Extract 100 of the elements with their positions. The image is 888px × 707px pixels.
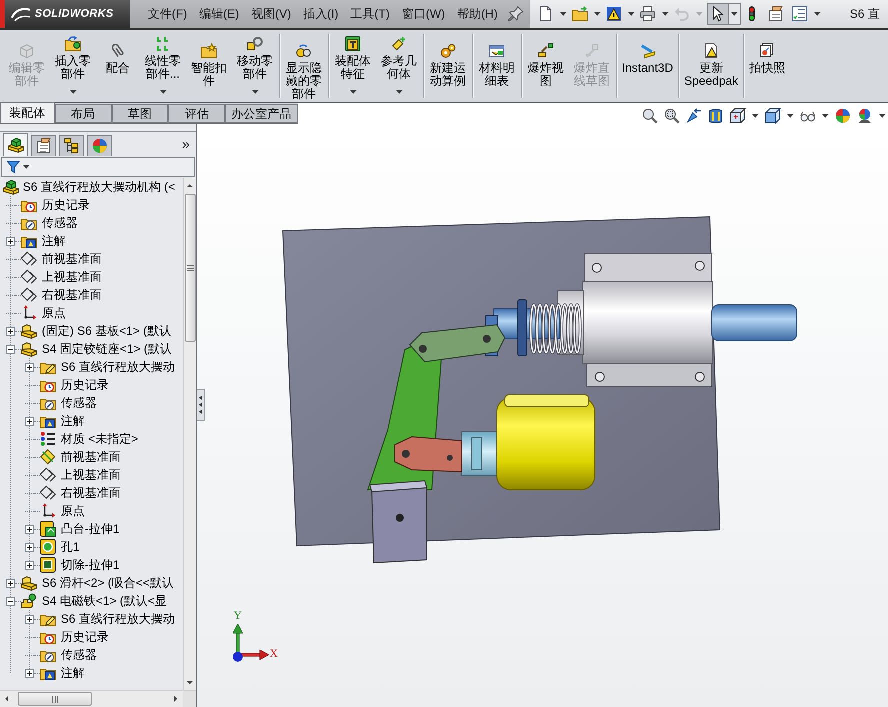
zoom-fit-icon[interactable] [642,108,658,124]
tab[interactable]: 布局 [54,104,112,123]
bom-button[interactable]: 材料明细表 [478,32,516,88]
previous-view-icon[interactable] [686,108,702,124]
tree-item[interactable]: S6 直线行程放大摆动机构 (< [23,179,176,195]
exploded-view-button[interactable]: 爆炸视图 [527,32,565,88]
caret-icon[interactable] [879,114,886,118]
snapshot-button[interactable]: 拍快照 [749,32,786,75]
expand-icon[interactable] [25,362,34,372]
tree-item[interactable]: 原点 [61,503,85,519]
tree-item[interactable]: 注解 [61,413,85,429]
appearance-ball-icon[interactable] [835,108,851,124]
shaded-cube-icon[interactable] [765,108,781,124]
collapse-icon[interactable] [6,344,15,354]
expand-icon[interactable] [25,668,34,678]
panel-tab[interactable] [3,133,28,156]
caret-icon[interactable] [814,12,820,16]
menu-item[interactable]: 窗口(W) [396,0,452,28]
mate-button[interactable]: 配合 [106,32,130,75]
caret-icon[interactable] [662,12,668,16]
move-component-button[interactable]: 移动零部件 [236,32,274,81]
tree-item[interactable]: 切除-拉伸1 [61,557,120,573]
tree-item[interactable]: 右视基准面 [61,485,121,501]
caret-icon[interactable] [160,90,166,94]
more-tabs-button[interactable]: » [182,136,190,152]
linear-pattern-button[interactable]: 线性零部件... [144,32,182,81]
pin-icon[interactable] [508,6,524,22]
expand-icon[interactable] [25,560,34,570]
show-hidden-button[interactable]: 显示隐藏的零部件 [285,32,323,101]
menu-item[interactable]: 插入(I) [297,0,345,28]
caret-icon[interactable] [350,90,356,94]
tree-item[interactable]: 材质 <未指定> [61,431,138,447]
caret-icon[interactable] [23,165,30,169]
tree-item[interactable]: S6 直线行程放大摆动 [61,359,176,375]
scrollbar-thumb[interactable] [18,692,92,706]
tree-item[interactable]: 右视基准面 [42,287,102,303]
menu-item[interactable]: 编辑(E) [193,0,246,28]
collapse-icon[interactable] [6,596,15,606]
tree-item[interactable]: 原点 [42,305,66,321]
tab[interactable]: 草图 [112,104,168,123]
tree-item[interactable]: 前视基准面 [42,251,102,267]
panel-tab[interactable] [59,135,84,156]
caret-icon[interactable] [70,90,76,94]
reference-geometry-button[interactable]: 参考几何体 [380,32,418,81]
caret-icon[interactable] [396,90,402,94]
select-button[interactable] [707,3,729,25]
tree-item[interactable]: 历史记录 [61,377,109,393]
expand-icon[interactable] [25,614,34,624]
instant3d-button[interactable]: Instant3D [622,32,674,75]
filter-dropdown[interactable] [7,160,30,174]
smart-fastener-button[interactable]: 智能扣件 [190,32,228,88]
tree-item[interactable]: 上视基准面 [42,269,102,285]
tree-item[interactable]: 孔1 [61,539,80,555]
section-view-icon[interactable] [708,108,724,124]
assembly-features-button[interactable]: 装配体特征 [334,32,372,81]
speedpak-button[interactable]: 更新 Speedpak [684,32,738,88]
expand-icon[interactable] [25,524,34,534]
tree-item[interactable]: 传感器 [42,215,78,231]
menu-item[interactable]: 文件(F) [142,0,194,28]
motion-study-button[interactable]: 新建运动算例 [429,32,467,88]
tree-item[interactable]: 历史记录 [61,629,109,645]
caret-icon[interactable] [252,90,258,94]
tree-item[interactable]: 注解 [42,233,66,249]
panel-tab[interactable] [31,135,56,156]
scrollbar-thumb[interactable] [184,194,196,342]
tree-item[interactable]: S4 固定铰链座<1> (默认 [42,341,172,357]
tree-item[interactable]: 历史记录 [42,197,90,213]
expand-icon[interactable] [6,578,15,588]
scene-icon[interactable] [857,108,873,124]
caret-icon[interactable] [731,12,738,16]
tree-item[interactable]: 上视基准面 [61,467,121,483]
expand-icon[interactable] [25,542,34,552]
caret-icon[interactable] [594,12,600,16]
tree-item[interactable]: 前视基准面 [61,449,121,465]
tree-item[interactable]: S6 滑杆<2> (吸合<<默认 [42,575,174,591]
tab[interactable]: 评估 [168,104,226,123]
tree-item[interactable]: S6 直线行程放大摆动 [61,611,176,627]
view-cube-icon[interactable] [730,108,746,124]
expand-icon[interactable] [6,236,15,246]
tab[interactable]: 装配体 [0,102,55,123]
tree-item[interactable]: (固定) S6 基板<1> (默认 [42,323,172,339]
menu-item[interactable]: 视图(V) [245,0,298,28]
tree-item[interactable]: S4 电磁铁<1> (默认<显 [42,593,168,609]
caret-icon[interactable] [628,12,634,16]
zoom-area-icon[interactable] [664,108,680,124]
caret-icon[interactable] [560,12,566,16]
caret-icon[interactable] [787,114,794,118]
tree-item[interactable]: 传感器 [61,647,97,663]
menu-item[interactable]: 工具(T) [344,0,396,28]
tree-item[interactable]: 注解 [61,665,85,681]
tree-item[interactable]: 凸台-拉伸1 [61,521,120,537]
insert-component-button[interactable]: 插入零部件 [54,32,92,81]
expand-icon[interactable] [6,326,15,336]
tab[interactable]: 办公室产品 [225,104,298,123]
panel-collapse-handle[interactable] [197,389,205,421]
caret-icon[interactable] [822,114,829,118]
caret-icon[interactable] [752,114,759,118]
expand-icon[interactable] [25,416,34,426]
menu-item[interactable]: 帮助(H) [451,0,504,28]
tree-item[interactable]: 传感器 [61,395,97,411]
